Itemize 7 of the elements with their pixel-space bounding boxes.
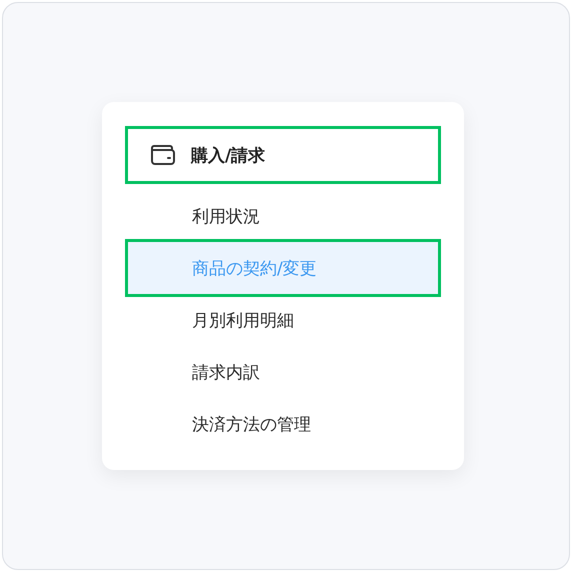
menu-item[interactable]: 利用状況 — [128, 190, 438, 242]
wallet-icon — [150, 144, 176, 166]
menu-section-header[interactable]: 購入/請求 — [128, 129, 438, 181]
menu-item[interactable]: 決済方法の管理 — [128, 398, 438, 450]
section-title: 購入/請求 — [191, 144, 266, 166]
menu-item[interactable]: 請求内訳 — [128, 346, 438, 398]
menu-item[interactable]: 月別利用明細 — [128, 294, 438, 346]
